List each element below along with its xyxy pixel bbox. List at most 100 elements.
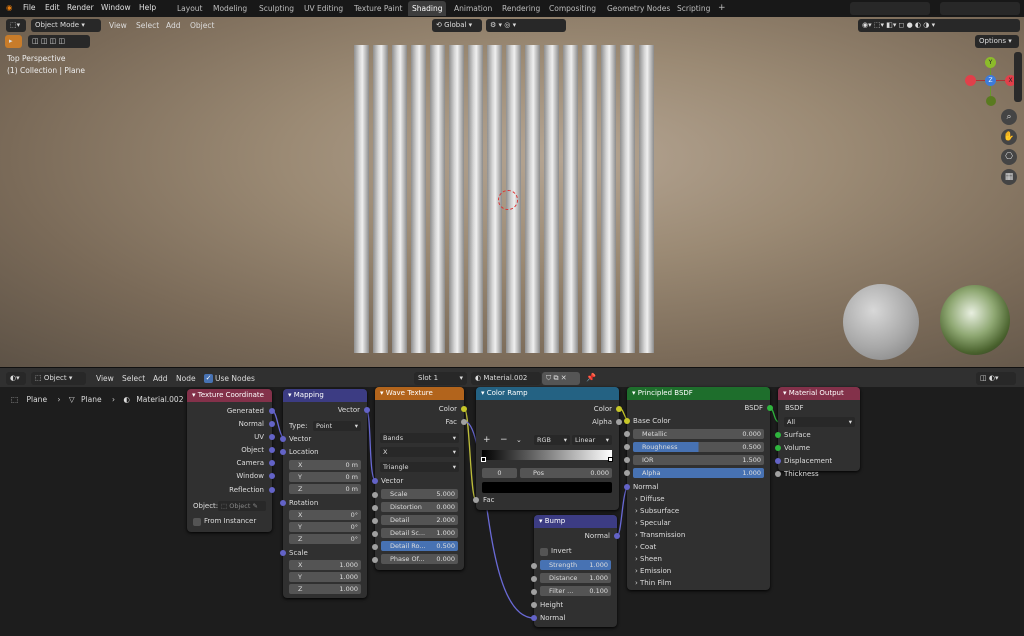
location-x-field[interactable]: X 0 m bbox=[289, 460, 361, 470]
pan-hand-icon[interactable]: ✋ bbox=[1001, 129, 1017, 145]
alpha-field[interactable]: Alpha 1.000 bbox=[633, 468, 764, 478]
node-header-wave-texture[interactable]: ▾ Wave Texture bbox=[375, 387, 464, 400]
node-menu-node[interactable]: Node bbox=[176, 374, 196, 383]
pin-icon[interactable]: 📌 bbox=[586, 373, 596, 382]
blender-logo-icon[interactable]: ◉ bbox=[6, 3, 13, 12]
view-layer-selector[interactable] bbox=[940, 2, 1020, 15]
node-menu-add[interactable]: Add bbox=[153, 374, 168, 383]
zoom-icon[interactable]: ⌕ bbox=[1001, 109, 1017, 125]
node-header-material-output[interactable]: ▾ Material Output bbox=[778, 387, 860, 400]
remove-stop-button[interactable]: − bbox=[500, 435, 508, 445]
input-socket[interactable] bbox=[372, 478, 378, 484]
wave-profile-dropdown[interactable]: Triangle ▾ bbox=[380, 462, 459, 472]
menu-edit[interactable]: Edit bbox=[45, 3, 60, 12]
object-mode-dropdown[interactable]: Object Mode ▾ bbox=[31, 19, 101, 32]
input-socket[interactable] bbox=[280, 436, 286, 442]
mapping-type-dropdown[interactable]: Point ▾ bbox=[313, 421, 361, 431]
menu-window[interactable]: Window bbox=[101, 3, 131, 12]
output-socket[interactable] bbox=[269, 487, 275, 493]
node-menu-view[interactable]: View bbox=[96, 374, 114, 383]
wave-distortion-field[interactable]: Distortion 0.000 bbox=[381, 502, 458, 512]
camera-view-icon[interactable]: ⎔ bbox=[1001, 149, 1017, 165]
tab-uv-editing[interactable]: UV Editing bbox=[300, 1, 347, 16]
gizmo-neg-y-icon[interactable] bbox=[986, 96, 996, 106]
node-editor-type-icon[interactable]: ◐▾ bbox=[6, 372, 26, 385]
object-picker-field[interactable]: ⬚ Object ✎ bbox=[218, 501, 266, 511]
invert-checkbox[interactable] bbox=[540, 548, 548, 556]
location-y-field[interactable]: Y 0 m bbox=[289, 472, 361, 482]
output-socket[interactable] bbox=[616, 406, 622, 412]
input-socket[interactable] bbox=[775, 458, 781, 464]
material-selector[interactable]: ◐ Material.002 bbox=[471, 372, 541, 385]
input-socket[interactable] bbox=[531, 576, 537, 582]
wave-detail-roughness-field[interactable]: Detail Ro... 0.500 bbox=[381, 541, 458, 551]
ramp-stop-white[interactable] bbox=[608, 457, 613, 462]
input-socket[interactable] bbox=[624, 431, 630, 437]
3d-cursor-icon[interactable] bbox=[498, 190, 518, 210]
gizmo-y-icon[interactable]: Y bbox=[985, 57, 996, 68]
panel-diffuse[interactable]: › Diffuse bbox=[635, 495, 665, 503]
input-socket[interactable] bbox=[280, 449, 286, 455]
input-socket[interactable] bbox=[280, 550, 286, 556]
panel-transmission[interactable]: › Transmission bbox=[635, 531, 685, 539]
overlay-toggle-icons[interactable]: ◫ ◐▾ bbox=[976, 372, 1016, 385]
add-stop-button[interactable]: + bbox=[483, 435, 491, 445]
slot-dropdown[interactable]: Slot 1 ▾ bbox=[414, 372, 467, 385]
chevron-down-icon[interactable]: ⌄ bbox=[516, 436, 522, 444]
output-socket[interactable] bbox=[269, 447, 275, 453]
input-socket[interactable] bbox=[372, 518, 378, 524]
color-ramp-gradient[interactable] bbox=[482, 450, 612, 460]
output-socket[interactable] bbox=[461, 419, 467, 425]
node-principled-bsdf[interactable]: ▾ Principled BSDF BSDF Base Color Metall… bbox=[624, 387, 773, 590]
material-action-icons[interactable]: ⛉ ⧉ ✕ bbox=[542, 372, 580, 385]
options-button[interactable]: Options ▾ bbox=[975, 35, 1019, 48]
output-socket[interactable] bbox=[461, 406, 467, 412]
metallic-field[interactable]: Metallic 0.000 bbox=[633, 429, 764, 439]
3d-viewport[interactable]: ⬚▾ Object Mode ▾ View Select Add Object … bbox=[0, 17, 1024, 367]
input-socket[interactable] bbox=[624, 470, 630, 476]
viewport-shading-controls[interactable]: ◉▾ ⬚▾ ◧▾ ◻ ● ◐ ◑ ▾ bbox=[858, 19, 1020, 32]
wave-direction-dropdown[interactable]: X ▾ bbox=[380, 447, 459, 457]
node-header-mapping[interactable]: ▾ Mapping bbox=[283, 389, 367, 402]
output-socket[interactable] bbox=[269, 408, 275, 414]
add-workspace-icon[interactable]: + bbox=[714, 1, 730, 16]
from-instancer-checkbox[interactable] bbox=[193, 518, 201, 526]
input-socket[interactable] bbox=[531, 615, 537, 621]
input-socket[interactable] bbox=[775, 445, 781, 451]
node-header-principled-bsdf[interactable]: ▾ Principled BSDF bbox=[627, 387, 770, 400]
output-socket[interactable] bbox=[269, 421, 275, 427]
input-socket[interactable] bbox=[372, 505, 378, 511]
use-nodes-checkbox[interactable]: ✓ bbox=[204, 374, 213, 383]
rotation-z-field[interactable]: Z 0° bbox=[289, 534, 361, 544]
menu-file[interactable]: File bbox=[23, 3, 36, 12]
wave-scale-field[interactable]: Scale 5.000 bbox=[381, 489, 458, 499]
node-color-ramp[interactable]: ▾ Color Ramp Color Alpha + − ⌄ RGB ▾ Line… bbox=[473, 387, 622, 510]
wave-type-dropdown[interactable]: Bands ▾ bbox=[380, 433, 459, 443]
rotation-y-field[interactable]: Y 0° bbox=[289, 522, 361, 532]
wave-detail-scale-field[interactable]: Detail Sc... 1.000 bbox=[381, 528, 458, 538]
select-tool-icon[interactable]: ▸ bbox=[5, 35, 22, 48]
input-socket[interactable] bbox=[372, 544, 378, 550]
node-mapping[interactable]: ▾ Mapping Vector Type: Point ▾ Vector Loc… bbox=[280, 389, 370, 598]
sidebar-toggle-icon[interactable] bbox=[1014, 52, 1022, 102]
input-socket[interactable] bbox=[473, 497, 479, 503]
ior-field[interactable]: IOR 1.500 bbox=[633, 455, 764, 465]
scale-y-field[interactable]: Y 1.000 bbox=[289, 572, 361, 582]
breadcrumb-material[interactable]: Material.002 bbox=[136, 395, 183, 404]
panel-thin-film[interactable]: › Thin Film bbox=[635, 579, 672, 587]
gizmo-neg-x-icon[interactable] bbox=[965, 75, 976, 86]
breadcrumb-mesh[interactable]: Plane bbox=[81, 395, 102, 404]
viewport-menu-view[interactable]: View bbox=[109, 21, 127, 30]
scene-selector[interactable] bbox=[850, 2, 930, 15]
node-header-texture-coordinate[interactable]: ▾ Texture Coordinate bbox=[187, 389, 272, 402]
rotation-x-field[interactable]: X 0° bbox=[289, 510, 361, 520]
input-socket[interactable] bbox=[280, 500, 286, 506]
scale-x-field[interactable]: X 1.000 bbox=[289, 560, 361, 570]
tab-compositing[interactable]: Compositing bbox=[545, 1, 600, 16]
output-socket[interactable] bbox=[269, 434, 275, 440]
viewport-menu-select[interactable]: Select bbox=[136, 21, 159, 30]
snapping-controls[interactable]: ⚙ ▾ ◎ ▾ bbox=[486, 19, 566, 32]
tab-modeling[interactable]: Modeling bbox=[209, 1, 251, 16]
tab-scripting[interactable]: Scripting bbox=[673, 1, 714, 16]
menu-render[interactable]: Render bbox=[67, 3, 94, 12]
